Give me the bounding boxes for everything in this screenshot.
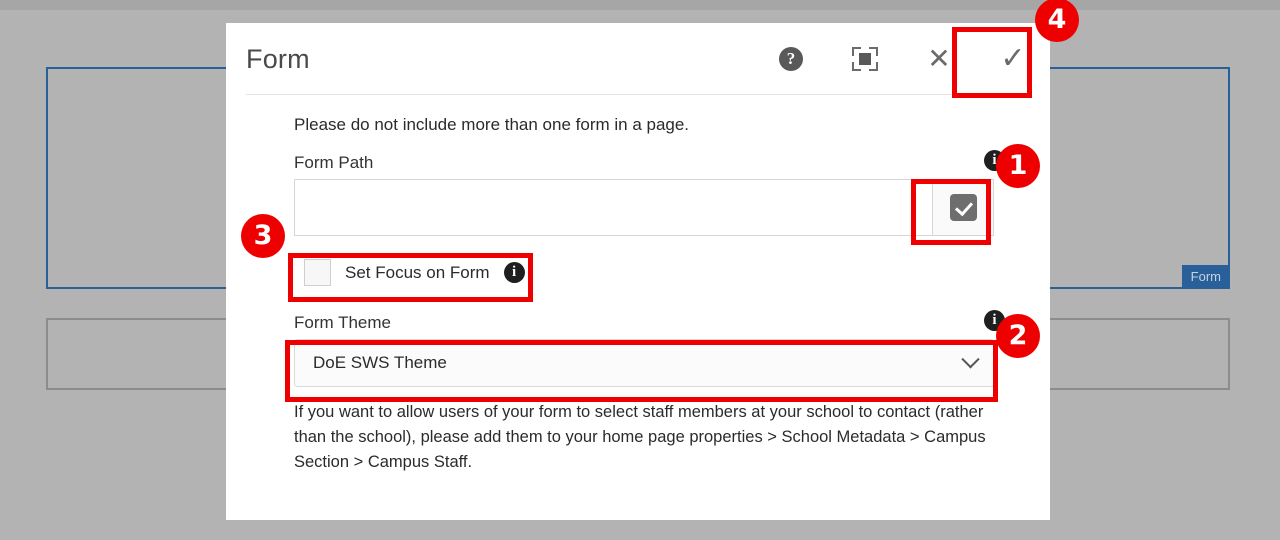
form-path-label: Form Path [294,153,374,172]
dialog-header-actions: ? ✕ ✓ [754,23,1050,95]
checkmark-icon: ✓ [1000,41,1026,76]
help-button[interactable]: ? [754,23,828,95]
set-focus-checkbox[interactable] [304,259,331,286]
form-theme-label-row: Form Theme i [294,295,1016,339]
chevron-down-icon [961,349,980,368]
set-focus-on-form-row[interactable]: Set Focus on Form i [294,250,534,295]
close-button[interactable]: ✕ [902,23,976,95]
form-path-label-row: Form Path i [294,135,1016,179]
set-focus-label: Set Focus on Form [345,262,490,282]
close-x-icon: ✕ [927,43,951,74]
form-path-picker-button[interactable] [932,179,994,236]
dialog-body: Please do not include more than one form… [226,115,1050,475]
dialog-header: Form ? ✕ ✓ [226,23,1050,95]
form-path-input[interactable] [294,179,932,236]
form-path-info-icon[interactable]: i [984,150,1005,171]
checkbox-checked-icon [949,194,977,221]
set-focus-info-icon[interactable]: i [503,262,525,283]
form-theme-select[interactable]: DoE SWS Theme [294,339,994,387]
top-toolbar-strip [0,0,1280,10]
form-properties-dialog: Form ? ✕ ✓ Please do not include more th… [226,23,1050,520]
dialog-title: Form [246,43,310,74]
help-circle-icon: ? [779,47,803,71]
intro-note: Please do not include more than one form… [294,115,690,134]
footer-help-note: If you want to allow users of your form … [294,403,986,471]
fullscreen-button[interactable] [828,23,902,95]
fullscreen-icon [852,47,878,71]
header-divider [246,94,1030,95]
component-tag-label: Form [1181,265,1230,289]
confirm-button[interactable]: ✓ [976,23,1050,95]
form-theme-selected-value: DoE SWS Theme [313,353,447,372]
form-theme-label: Form Theme [294,313,391,332]
form-path-field-row [294,179,994,236]
form-theme-info-icon[interactable]: i [984,310,1005,331]
